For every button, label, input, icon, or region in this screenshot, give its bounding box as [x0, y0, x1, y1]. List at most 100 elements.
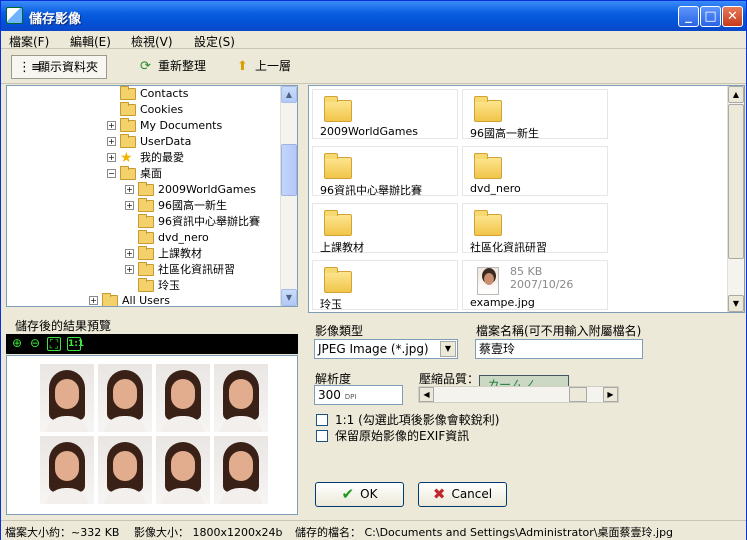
folder-tile[interactable]: 96國高一新生: [462, 89, 608, 140]
scroll-thumb[interactable]: [281, 144, 297, 196]
expand-toggle[interactable]: +: [125, 201, 134, 210]
folder-icon: [138, 182, 154, 196]
save-image-window: 儲存影像 _ □ ✕ 檔案(F) 編輯(E) 檢視(V) 設定(S) ⋮≡ 顯示…: [0, 0, 747, 540]
slider-right-button[interactable]: ▶: [603, 387, 618, 402]
portrait-photo: [40, 364, 94, 432]
filename-input[interactable]: 蔡壹玲: [475, 339, 643, 359]
zoom-in-icon[interactable]: ⊕: [10, 337, 24, 351]
folder-tile[interactable]: dvd_nero: [462, 146, 608, 196]
folder-tree[interactable]: Contacts Cookies + My Documents + UserDa…: [6, 85, 298, 307]
menu-bar: 檔案(F) 編輯(E) 檢視(V) 設定(S): [1, 31, 746, 49]
slider-thumb[interactable]: [569, 387, 587, 402]
collapse-toggle[interactable]: −: [107, 169, 116, 178]
toolbar: ⋮≡ 顯示資料夾 ⟳ 重新整理 ⬆ 上一層: [1, 50, 746, 84]
fit-icon[interactable]: ⛶: [47, 337, 61, 351]
folder-icon: [138, 246, 154, 260]
expand-toggle[interactable]: +: [107, 153, 116, 162]
exif-checkbox[interactable]: 保留原始影像的EXIF資訊: [316, 427, 469, 444]
ok-button[interactable]: ✔ OK: [315, 482, 404, 507]
folder-icon: [102, 293, 118, 306]
folder-icon: [138, 278, 154, 292]
sharp-checkbox-label: 1:1 (勾選此項後影像會較銳利): [335, 413, 500, 427]
status-file-size: 檔案大小約：~332 KB: [5, 526, 120, 539]
maximize-button[interactable]: □: [700, 6, 721, 27]
cancel-button[interactable]: ✖ Cancel: [418, 482, 507, 507]
show-folders-label: 顯示資料夾: [38, 60, 99, 74]
menu-view[interactable]: 檢視(V): [131, 33, 173, 50]
exif-checkbox-label: 保留原始影像的EXIF資訊: [335, 429, 470, 443]
scroll-down-button[interactable]: ▼: [281, 289, 297, 306]
cancel-label: Cancel: [451, 487, 493, 501]
preview-area: [6, 355, 298, 515]
portrait-photo: [40, 436, 94, 504]
image-type-value: JPEG Image (*.jpg): [318, 342, 429, 356]
image-type-label: 影像類型: [315, 324, 364, 338]
chevron-down-icon[interactable]: ▼: [440, 341, 456, 357]
actual-size-icon[interactable]: 1:1: [67, 337, 84, 351]
preview-toolbar: ⊕ ⊖ ⛶ 1:1: [6, 334, 298, 354]
folder-icon: [120, 102, 136, 116]
folder-tile[interactable]: 96資訊中心舉辦比賽: [312, 146, 458, 197]
menu-edit[interactable]: 編輯(E): [70, 33, 111, 50]
expand-toggle[interactable]: +: [125, 265, 134, 274]
scroll-up-button[interactable]: ▲: [728, 86, 744, 103]
folder-tile[interactable]: 玲玉: [312, 260, 458, 311]
folder-icon: [138, 198, 154, 212]
folder-tile[interactable]: 社區化資訊研習: [462, 203, 608, 254]
folder-tile[interactable]: 上課教材: [312, 203, 458, 254]
folder-icon: [138, 214, 154, 228]
menu-file[interactable]: 檔案(F): [9, 33, 49, 50]
folder-icon: [324, 267, 352, 293]
scroll-thumb[interactable]: [728, 104, 744, 259]
expand-toggle[interactable]: +: [107, 137, 116, 146]
up-label: 上一層: [255, 59, 292, 73]
filename-label: 檔案名稱(可不用輸入附屬檔名): [476, 324, 642, 338]
folder-icon: [324, 96, 352, 122]
folder-icon: [474, 153, 502, 179]
resolution-input[interactable]: 300 DPI: [314, 385, 403, 405]
refresh-label: 重新整理: [158, 59, 207, 73]
close-button[interactable]: ✕: [722, 6, 743, 27]
quality-label: 壓縮品質：: [419, 372, 480, 386]
refresh-icon: ⟳: [140, 59, 151, 74]
check-icon: ✔: [341, 485, 355, 503]
portrait-photo: [156, 364, 210, 432]
up-button[interactable]: ⬆ 上一層: [229, 55, 291, 79]
star-icon: ★: [120, 150, 133, 166]
scroll-up-button[interactable]: ▲: [281, 86, 297, 103]
print-sheet: [38, 360, 270, 512]
minimize-button[interactable]: _: [678, 6, 699, 27]
portrait-photo: [214, 436, 268, 504]
folder-icon: [120, 118, 136, 132]
folder-tree-icon: ⋮≡: [18, 60, 42, 75]
title-bar[interactable]: 儲存影像 _ □ ✕: [1, 1, 746, 31]
expand-toggle[interactable]: +: [125, 249, 134, 258]
folder-icon: [120, 86, 136, 100]
file-date: 2007/10/26: [510, 278, 574, 291]
slider-left-button[interactable]: ◀: [419, 387, 434, 402]
menu-settings[interactable]: 設定(S): [194, 33, 235, 50]
sharp-checkbox[interactable]: 1:1 (勾選此項後影像會較銳利): [316, 411, 500, 428]
scroll-down-button[interactable]: ▼: [728, 295, 744, 312]
show-folders-button[interactable]: ⋮≡ 顯示資料夾: [11, 55, 108, 79]
file-scrollbar[interactable]: ▲ ▼: [727, 86, 744, 312]
folder-icon: [474, 210, 502, 236]
file-view[interactable]: 2009WorldGames 96國高一新生 96資訊中心舉辦比賽 dvd_ne…: [308, 85, 745, 313]
folder-tile[interactable]: 2009WorldGames: [312, 89, 458, 139]
checkbox-box[interactable]: [316, 430, 328, 442]
up-folder-icon: ⬆: [237, 59, 248, 74]
resolution-unit: DPI: [344, 393, 357, 401]
folder-icon: [138, 262, 154, 276]
tree-scrollbar[interactable]: ▲ ▼: [280, 86, 297, 306]
refresh-button[interactable]: ⟳ 重新整理: [132, 55, 206, 79]
zoom-out-icon[interactable]: ⊖: [28, 337, 42, 351]
portrait-photo: [98, 436, 152, 504]
preview-title: 儲存後的結果預覽: [15, 319, 112, 333]
expand-toggle[interactable]: +: [89, 296, 98, 305]
expand-toggle[interactable]: +: [125, 185, 134, 194]
checkbox-box[interactable]: [316, 414, 328, 426]
quality-slider[interactable]: ◀ ▶: [418, 386, 619, 403]
image-file-tile[interactable]: 85 KB 2007/10/26 exampe.jpg: [462, 260, 608, 310]
expand-toggle[interactable]: +: [107, 121, 116, 130]
image-type-select[interactable]: JPEG Image (*.jpg) ▼: [314, 339, 458, 359]
